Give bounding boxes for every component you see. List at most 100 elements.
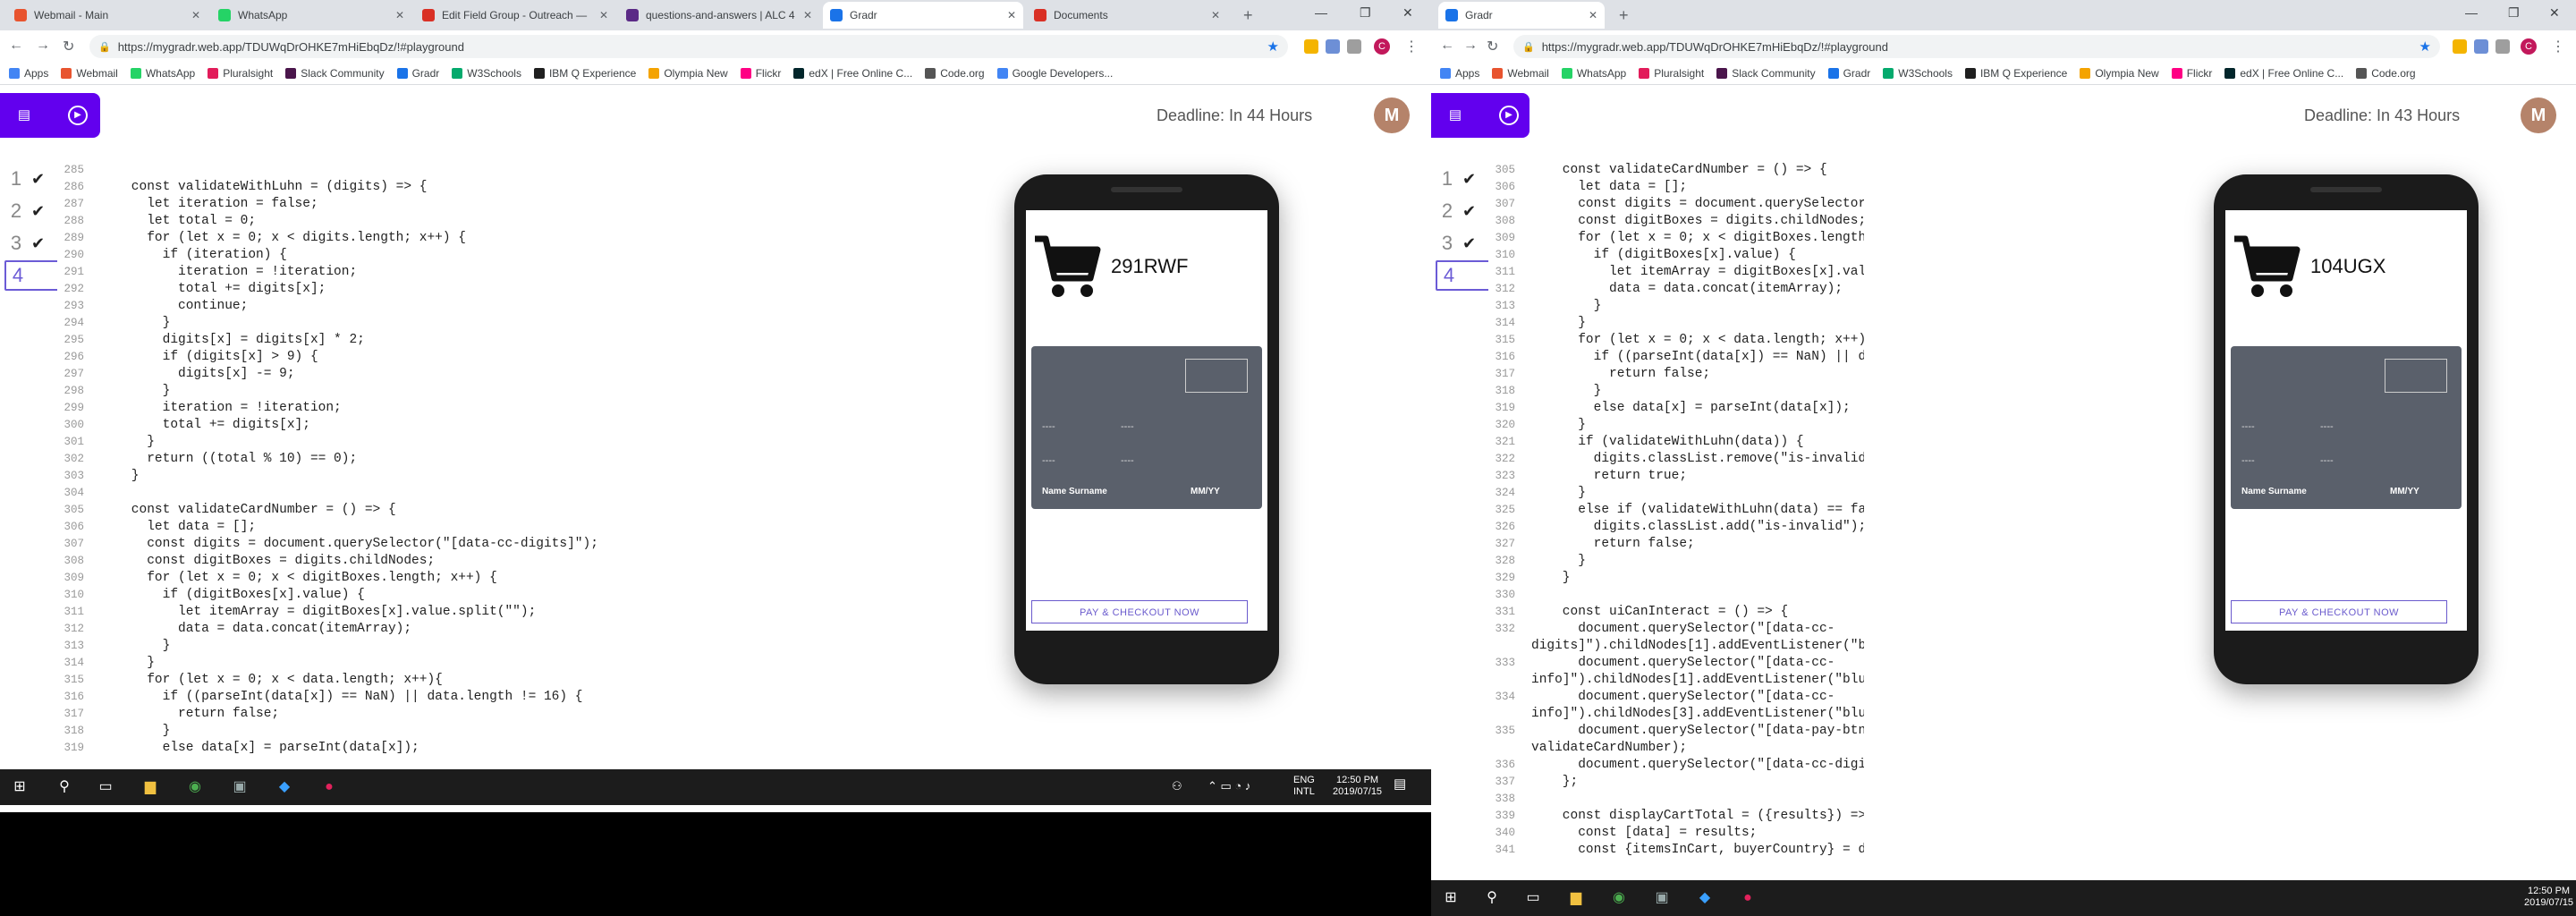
bookmark-item[interactable]: Apps	[1440, 67, 1479, 80]
step-item-3[interactable]: 3 ✔	[4, 228, 60, 259]
reload-icon[interactable]: ↻	[1487, 38, 1498, 55]
browser-tab[interactable]: Documents ✕	[1027, 2, 1227, 29]
bookmark-star-icon[interactable]: ★	[2419, 38, 2431, 55]
people-icon[interactable]: ⚇	[1172, 780, 1182, 792]
address-bar[interactable]: 🔒 https://mygradr.web.app/TDUWqDrOHKE7mH…	[89, 35, 1288, 58]
tab-close-icon[interactable]: ✕	[1007, 9, 1016, 21]
bookmark-item[interactable]: Slack Community	[1716, 67, 1816, 80]
close-window-button[interactable]: ✕	[1402, 5, 1413, 21]
browser-tab[interactable]: Gradr ✕	[823, 2, 1023, 29]
bookmark-item[interactable]: Pluralsight	[208, 67, 273, 80]
chrome-icon[interactable]: ◉	[1610, 889, 1628, 907]
extension-icon[interactable]	[1347, 39, 1361, 54]
forward-icon[interactable]: →	[36, 38, 50, 54]
card-digits-input[interactable]: ----	[1121, 421, 1148, 432]
media-player-icon[interactable]: ●	[1739, 889, 1757, 907]
browser-tab[interactable]: questions-and-answers | ALC 4 ✕	[619, 2, 819, 29]
card-expiry[interactable]: MM/YY	[1191, 487, 1220, 496]
tab-close-icon[interactable]: ✕	[803, 9, 812, 21]
extension-icon[interactable]	[1326, 39, 1340, 54]
tab-close-icon[interactable]: ✕	[599, 9, 608, 21]
close-window-button[interactable]: ✕	[2549, 5, 2560, 21]
extension-icon[interactable]	[2474, 39, 2488, 54]
user-avatar[interactable]: M	[1374, 98, 1410, 133]
card-expiry[interactable]: MM/YY	[2390, 487, 2419, 496]
clock[interactable]: 12:50 PM 2019/07/15	[2524, 886, 2573, 909]
extension-icon[interactable]	[2453, 39, 2467, 54]
play-icon[interactable]: ▶	[68, 106, 88, 125]
bookmark-item[interactable]: WhatsApp	[130, 67, 195, 80]
card-digits-input[interactable]: ----	[2241, 455, 2268, 466]
bookmark-item[interactable]: Webmail	[1492, 67, 1549, 80]
bookmark-item[interactable]: Google Developers...	[996, 67, 1113, 80]
browser-tab[interactable]: Gradr ✕	[1438, 2, 1605, 29]
bookmark-item[interactable]: edX | Free Online C...	[2224, 67, 2343, 80]
notifications-icon[interactable]: ▤	[1394, 777, 1406, 791]
tray-icons[interactable]: ⌃ ▭ ◔ ♪	[1208, 780, 1250, 792]
chrome-icon[interactable]: ◉	[186, 778, 204, 796]
bookmark-item[interactable]: Code.org	[925, 67, 985, 80]
new-tab-button[interactable]: +	[1619, 6, 1629, 25]
forward-icon[interactable]: →	[1463, 38, 1478, 54]
bookmark-item[interactable]: IBM Q Experience	[1964, 67, 2067, 80]
card-digits-input[interactable]: ----	[1042, 421, 1069, 432]
pay-checkout-button[interactable]: PAY & CHECKOUT NOW	[2231, 600, 2447, 623]
back-icon[interactable]: ←	[9, 38, 23, 54]
card-digits-input[interactable]: ----	[2320, 421, 2347, 432]
browser-tab[interactable]: WhatsApp ✕	[211, 2, 411, 29]
minimize-button[interactable]: —	[1315, 5, 1327, 20]
tab-close-icon[interactable]: ✕	[395, 9, 404, 21]
extension-icon[interactable]	[1304, 39, 1318, 54]
task-view-icon[interactable]: ▭	[1524, 889, 1542, 907]
bookmark-item[interactable]: Pluralsight	[1639, 67, 1704, 80]
task-view-icon[interactable]: ▭	[97, 778, 114, 796]
step-item-1[interactable]: 1 ✔	[1436, 164, 1491, 194]
menu-icon[interactable]: ⋮	[2551, 38, 2565, 55]
address-bar[interactable]: 🔒 https://mygradr.web.app/TDUWqDrOHKE7mH…	[1513, 35, 2440, 58]
bookmark-item[interactable]: Webmail	[61, 67, 118, 80]
card-digits-input[interactable]: ----	[2320, 455, 2347, 466]
pay-checkout-button[interactable]: PAY & CHECKOUT NOW	[1031, 600, 1248, 623]
bookmark-item[interactable]: W3Schools	[1883, 67, 1953, 80]
tab-close-icon[interactable]: ✕	[1211, 9, 1220, 21]
bookmark-item[interactable]: Flickr	[740, 67, 781, 80]
clipboard-icon[interactable]: ▤	[1445, 106, 1465, 125]
clipboard-icon[interactable]: ▤	[14, 106, 34, 125]
bookmark-item[interactable]: Apps	[9, 67, 48, 80]
windows-start-icon[interactable]: ⊞	[1442, 889, 1460, 907]
bookmark-item[interactable]: IBM Q Experience	[533, 67, 636, 80]
maximize-button[interactable]: ❐	[1360, 5, 1371, 21]
card-digits-input[interactable]: ----	[1042, 455, 1069, 466]
step-item-2[interactable]: 2 ✔	[4, 196, 60, 226]
bookmark-item[interactable]: W3Schools	[452, 67, 521, 80]
language-indicator[interactable]: ENG INTL	[1293, 775, 1315, 798]
back-icon[interactable]: ←	[1440, 38, 1454, 54]
browser-tab[interactable]: Edit Field Group - Outreach — ✕	[415, 2, 615, 29]
minimize-button[interactable]: —	[2465, 5, 2478, 20]
user-avatar[interactable]: M	[2521, 98, 2556, 133]
card-holder-name[interactable]: Name Surname	[1042, 487, 1107, 496]
play-icon[interactable]: ▶	[1499, 106, 1519, 125]
bookmark-item[interactable]: Olympia New	[2080, 67, 2159, 80]
bookmark-item[interactable]: edX | Free Online C...	[793, 67, 912, 80]
step-item-2[interactable]: 2 ✔	[1436, 196, 1491, 226]
card-digits-input[interactable]: ----	[2241, 421, 2268, 432]
bookmark-item[interactable]: Olympia New	[648, 67, 728, 80]
card-digits-input[interactable]: ----	[1121, 455, 1148, 466]
bookmark-item[interactable]: Gradr	[396, 67, 439, 80]
bookmark-item[interactable]: Slack Community	[285, 67, 385, 80]
code-editor[interactable]: 285 286 const validateWithLuhn = (digits)…	[57, 162, 970, 812]
clock[interactable]: 12:50 PM 2019/07/15	[1333, 775, 1382, 798]
vscode-icon[interactable]: ◆	[275, 778, 293, 796]
step-item-4[interactable]: 4	[1436, 260, 1495, 291]
extension-icon[interactable]	[2496, 39, 2510, 54]
new-tab-button[interactable]: +	[1243, 6, 1253, 25]
bookmark-item[interactable]: Flickr	[2171, 67, 2212, 80]
reload-icon[interactable]: ↻	[63, 38, 74, 55]
media-player-icon[interactable]: ●	[320, 778, 338, 796]
vscode-icon[interactable]: ◆	[1696, 889, 1714, 907]
profile-avatar[interactable]: C	[1374, 38, 1390, 55]
file-explorer-icon[interactable]: ▆	[1567, 889, 1585, 907]
file-explorer-icon[interactable]: ▆	[141, 778, 159, 796]
bookmark-item[interactable]: Gradr	[1827, 67, 1870, 80]
